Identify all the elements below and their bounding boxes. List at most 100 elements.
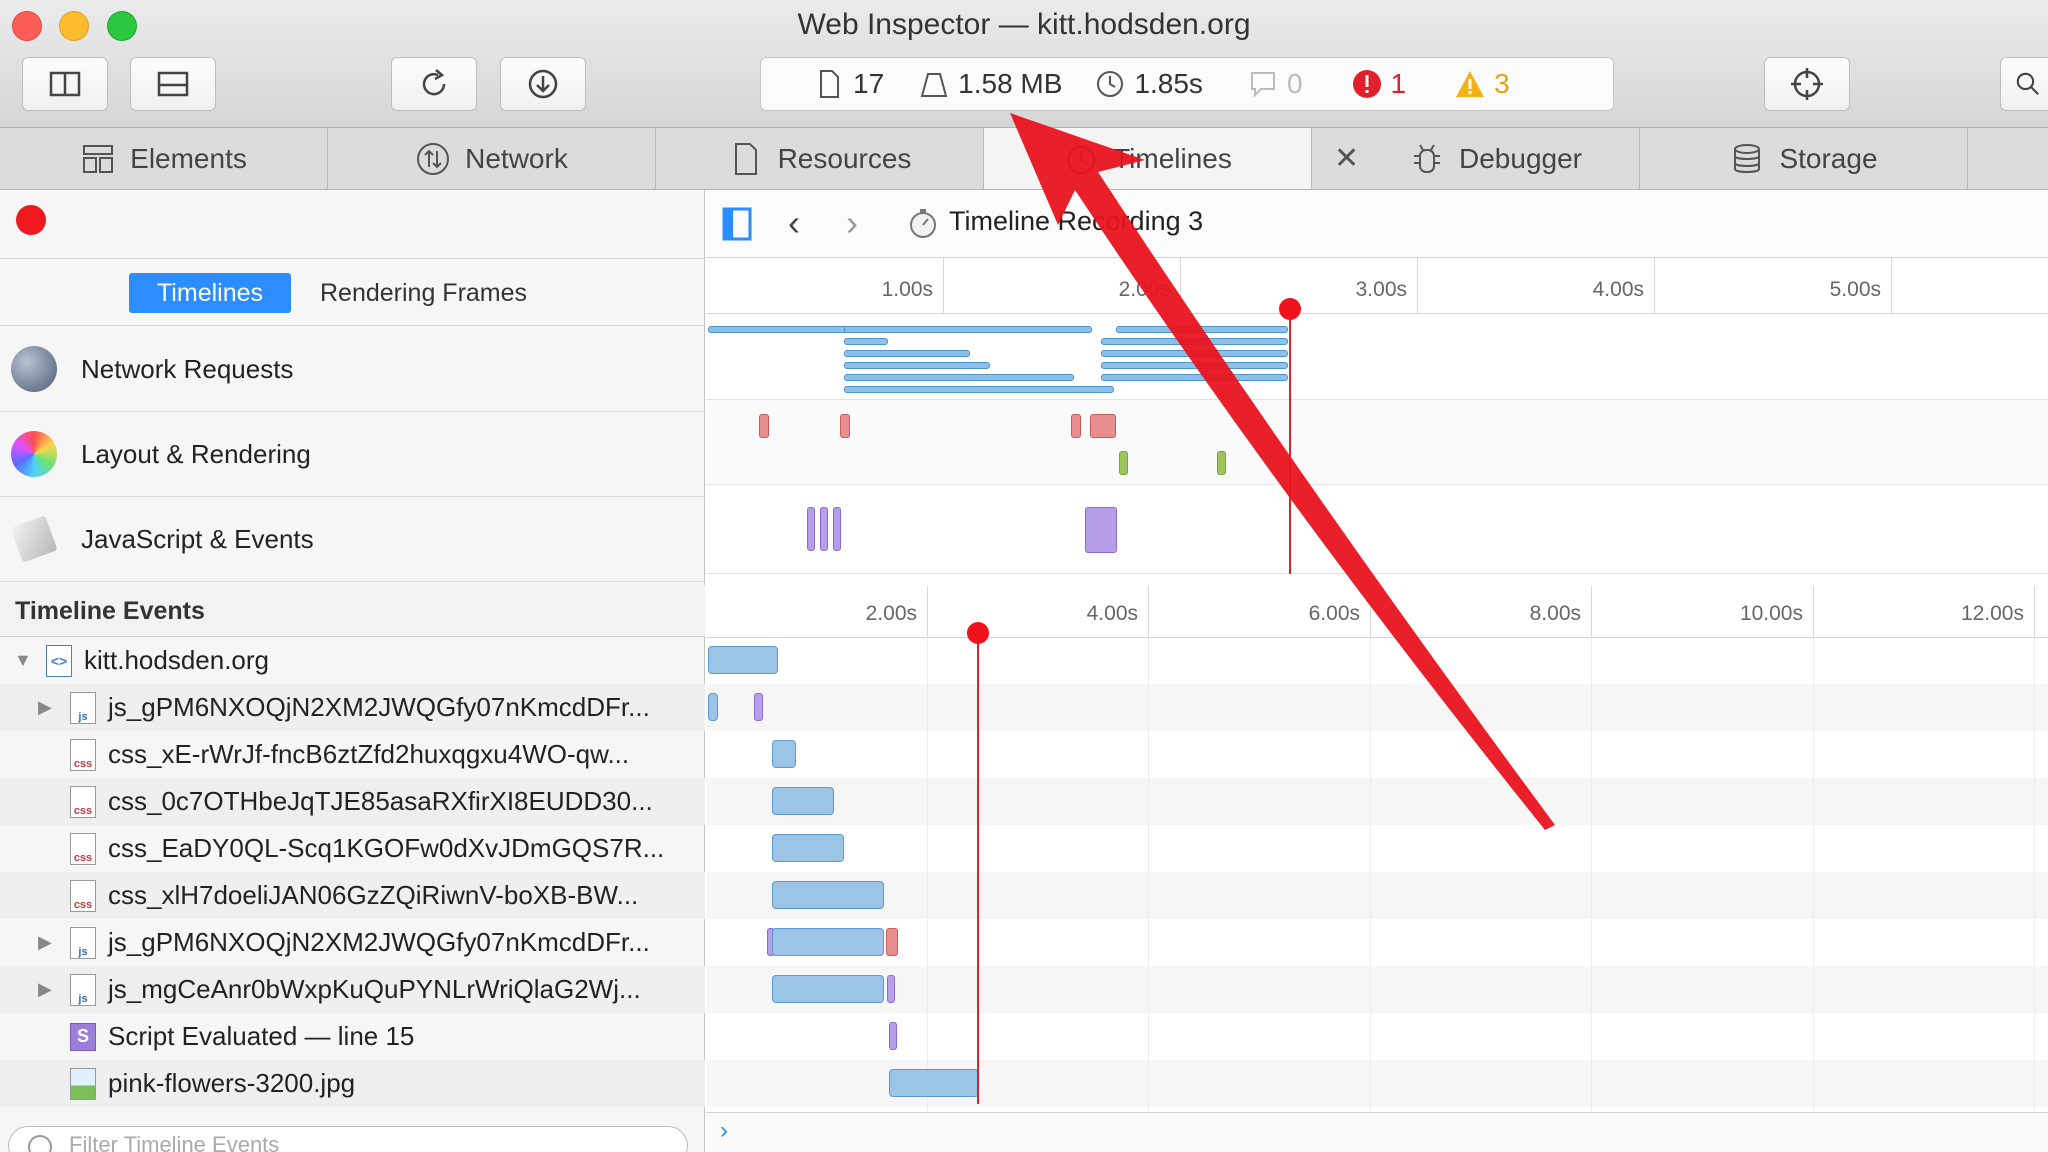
search-button[interactable]	[2000, 57, 2048, 111]
event-duration-bar[interactable]	[889, 1069, 979, 1097]
event-duration-bar[interactable]	[708, 693, 718, 721]
track-layout-label: Layout & Rendering	[81, 438, 311, 469]
tab-timelines[interactable]: Timelines	[984, 128, 1312, 189]
title-bar: Web Inspector — kitt.hodsden.org 17 1.58…	[0, 0, 2048, 128]
event-row-stylesheet[interactable]: css css_EaDY0QL-Scq1KGOFw0dXvJDmGQS7R...	[0, 825, 705, 872]
tab-network[interactable]: Network	[328, 128, 656, 189]
paint-event-bar	[1119, 451, 1128, 475]
layout-event-bar	[1090, 414, 1116, 438]
toggle-sidebar-icon[interactable]	[722, 207, 754, 241]
network-requests-lane[interactable]	[706, 315, 2048, 400]
recording-title[interactable]: Timeline Recording 3	[949, 206, 1203, 237]
tab-resources[interactable]: Resources	[656, 128, 984, 189]
back-arrow-icon[interactable]: ‹	[788, 202, 800, 244]
event-row-script[interactable]: ▶ js js_mgCeAnr0bWxpKuQuPYNLrWriQlaG2Wj.…	[0, 966, 705, 1013]
ruler-tick-label: 3.00s	[1355, 278, 1407, 301]
ruler-tick-label: 4.00s	[1592, 278, 1644, 301]
load-event-marker[interactable]	[1279, 298, 1301, 320]
navigation-bar: ‹ › Timeline Recording 3	[706, 190, 2048, 258]
track-layout-rendering[interactable]: Layout & Rendering	[0, 412, 705, 497]
filter-icon	[28, 1135, 52, 1152]
track-javascript-label: JavaScript & Events	[81, 523, 314, 554]
reload-icon	[422, 69, 446, 96]
overview-ruler: 1.00s 2.00s 3.00s 4.00s 5.00s	[706, 258, 2048, 314]
event-row-stylesheet[interactable]: css css_xlH7doeliJAN06GzZQiRiwnV-boXB-BW…	[0, 872, 705, 919]
event-duration-bar[interactable]	[772, 975, 884, 1003]
event-row-script[interactable]: ▶ js js_gPM6NXOQjN2XM2JWQGfy07nKmcdDFr..…	[0, 684, 705, 731]
js-file-icon: js	[70, 926, 96, 959]
disclosure-closed-icon[interactable]: ▶	[38, 697, 58, 718]
js-file-icon: js	[70, 691, 96, 724]
event-name: kitt.hodsden.org	[84, 645, 270, 675]
elements-icon	[83, 144, 114, 173]
event-name: css_xE-rWrJf-fncB6ztZfd2huxqgxu4WO-qw...	[108, 739, 630, 769]
load-event-marker-line	[977, 634, 979, 1104]
segment-rendering-frames[interactable]: Rendering Frames	[320, 273, 527, 313]
record-button[interactable]	[16, 205, 46, 235]
disclosure-closed-icon[interactable]: ▶	[38, 979, 58, 1000]
event-duration-bar[interactable]	[772, 881, 884, 909]
script-duration-bar[interactable]	[887, 975, 895, 1003]
timeline-events-list: ▼ <> kitt.hodsden.org ▶ js js_gPM6NXOQjN…	[0, 637, 705, 1112]
network-request-bar	[844, 326, 1092, 333]
track-javascript-events[interactable]: JavaScript & Events	[0, 497, 705, 582]
event-row-script[interactable]: ▶ js js_gPM6NXOQjN2XM2JWQGfy07nKmcdDFr..…	[0, 919, 705, 966]
segment-timelines[interactable]: Timelines	[129, 273, 291, 313]
event-row-image[interactable]: pink-flowers-3200.jpg	[0, 1060, 705, 1107]
dock-side-button[interactable]	[22, 57, 108, 111]
resource-size-item[interactable]: 1.58 MB	[918, 68, 1062, 100]
load-time-item[interactable]: 1.85s	[1094, 68, 1203, 100]
close-tab-icon[interactable]: ✕	[1334, 141, 1359, 176]
disclosure-closed-icon[interactable]: ▶	[38, 932, 58, 953]
console-logs-item[interactable]: 0	[1247, 68, 1303, 100]
debugger-icon	[1414, 143, 1440, 173]
event-row-stylesheet[interactable]: css css_xE-rWrJf-fncB6ztZfd2huxqgxu4WO-q…	[0, 731, 705, 778]
event-duration-bar[interactable]	[708, 646, 778, 674]
javascript-events-lane[interactable]	[706, 485, 2048, 574]
resource-count-item[interactable]: 17	[813, 68, 884, 100]
timelines-sidebar: Timelines Rendering Frames Network Reque…	[0, 190, 705, 1152]
error-icon	[1352, 70, 1381, 98]
inspect-element-button[interactable]	[1764, 57, 1850, 111]
layout-rendering-lane[interactable]	[706, 400, 2048, 485]
event-duration-bar[interactable]	[772, 787, 834, 815]
crosshair-icon	[1791, 68, 1823, 100]
load-time: 1.85s	[1134, 68, 1203, 99]
warnings-item[interactable]: 3	[1454, 68, 1510, 100]
network-request-bar	[1116, 326, 1288, 333]
filter-events-input[interactable]: Filter Timeline Events	[8, 1126, 688, 1152]
resources-icon	[734, 142, 757, 175]
tab-debugger[interactable]: ✕ Debugger	[1312, 128, 1640, 189]
dock-bottom-button[interactable]	[130, 57, 216, 111]
script-duration-bar[interactable]	[889, 1022, 897, 1050]
layout-duration-bar[interactable]	[886, 928, 898, 956]
forward-arrow-icon[interactable]: ›	[846, 202, 858, 244]
script-duration-bar[interactable]	[754, 693, 763, 721]
ruler-tick-label: 5.00s	[1829, 278, 1881, 301]
event-duration-bar[interactable]	[772, 834, 844, 862]
color-wheel-icon	[11, 431, 57, 477]
errors-item[interactable]: 1	[1351, 68, 1406, 100]
load-event-marker[interactable]	[967, 622, 989, 644]
event-row-document[interactable]: ▼ <> kitt.hodsden.org	[0, 637, 705, 684]
globe-icon	[11, 346, 57, 392]
event-row-script-evaluated[interactable]: S Script Evaluated — line 15	[0, 1013, 705, 1060]
css-file-icon: css	[70, 832, 96, 865]
css-file-icon: css	[70, 738, 96, 771]
tab-elements-label: Elements	[130, 142, 247, 174]
track-network-requests[interactable]: Network Requests	[0, 327, 705, 412]
disclosure-open-icon[interactable]: ▼	[14, 650, 34, 671]
tab-storage[interactable]: Storage	[1640, 128, 1968, 189]
timeline-events-header: Timeline Events	[0, 585, 705, 637]
console-prompt-icon: ›	[720, 1117, 728, 1144]
download-button[interactable]	[500, 57, 586, 111]
console-prompt-bar[interactable]: ›	[706, 1112, 2048, 1152]
dashboard[interactable]: 17 1.58 MB 1.85s 0 1 3	[760, 57, 1614, 111]
event-duration-bar[interactable]	[772, 740, 796, 768]
event-row-stylesheet[interactable]: css css_0c7OTHbeJqTJE85asaRXfirXI8EUDD30…	[0, 778, 705, 825]
timeline-content: ‹ › Timeline Recording 3 1.00s 2.00s 3.0…	[706, 190, 2048, 1152]
event-duration-bar[interactable]	[772, 928, 884, 956]
reload-button[interactable]	[391, 57, 477, 111]
tab-elements[interactable]: Elements	[0, 128, 328, 189]
download-icon	[528, 69, 558, 99]
